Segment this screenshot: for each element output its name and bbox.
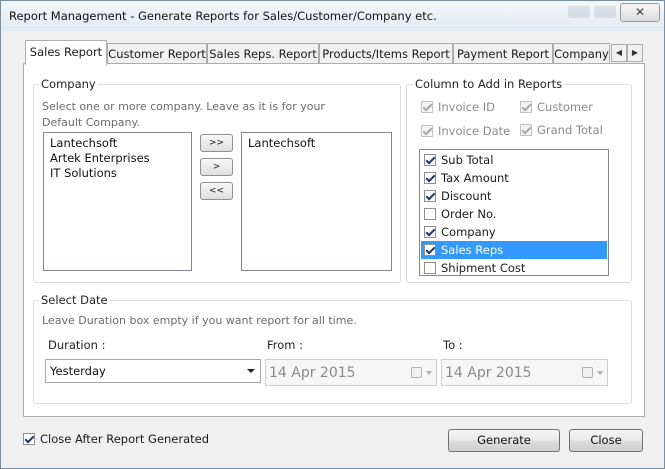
to-label: To : xyxy=(443,338,463,352)
close-after-report-checkbox[interactable]: Close After Report Generated xyxy=(23,432,209,446)
list-item[interactable]: IT Solutions xyxy=(44,166,191,181)
title-bar[interactable]: Report Management - Generate Reports for… xyxy=(1,1,664,31)
chevron-down-icon xyxy=(247,369,255,373)
tab-scroll-right-button[interactable]: ▶ xyxy=(627,44,643,62)
window-close-button[interactable]: ✕ xyxy=(620,3,660,22)
list-item[interactable]: Shipment Cost xyxy=(421,259,607,275)
company-group-label: Company xyxy=(39,77,98,91)
select-date-hint: Leave Duration box empty if you want rep… xyxy=(42,314,357,327)
list-item[interactable]: Sub Total xyxy=(421,151,607,169)
extra-columns-list[interactable]: Sub Total Tax Amount Discount Order No. … xyxy=(419,149,609,276)
duration-label: Duration : xyxy=(48,338,106,352)
chevron-down-icon xyxy=(597,371,603,375)
invoice-date-checkbox[interactable]: Invoice Date xyxy=(421,124,510,138)
report-tabs: Sales Report Customer Report Sales Reps.… xyxy=(23,40,645,65)
calendar-icon xyxy=(582,367,593,378)
duration-dropdown[interactable]: Yesterday xyxy=(45,359,261,383)
tab-payment-report[interactable]: Payment Report xyxy=(453,43,553,64)
tab-products-items-report[interactable]: Products/Items Report xyxy=(319,43,453,64)
chevron-down-icon xyxy=(426,371,432,375)
to-date-picker[interactable]: 14 Apr 2015 xyxy=(441,359,608,386)
list-item[interactable]: Artek Enterprises xyxy=(44,151,191,166)
checkbox-box[interactable] xyxy=(424,154,436,166)
checkbox-box xyxy=(421,125,433,137)
list-item[interactable]: Lantechsoft xyxy=(44,136,191,151)
close-icon: ✕ xyxy=(634,5,646,19)
checkbox-box[interactable] xyxy=(424,244,436,256)
checkbox-box[interactable] xyxy=(424,190,436,202)
checkbox-box[interactable] xyxy=(424,172,436,184)
tab-sales-reps-report[interactable]: Sales Reps. Report xyxy=(207,43,319,64)
list-item[interactable]: Lantechsoft xyxy=(242,136,391,151)
add-company-button[interactable]: > xyxy=(200,158,233,176)
select-date-group-label: Select Date xyxy=(39,293,110,307)
list-item[interactable]: Discount xyxy=(421,187,607,205)
list-item[interactable]: Sales Reps xyxy=(421,241,607,259)
grand-total-checkbox[interactable]: Grand Total xyxy=(520,123,603,137)
selected-company-list[interactable]: Lantechsoft xyxy=(241,132,392,271)
from-date-picker[interactable]: 14 Apr 2015 xyxy=(265,359,437,386)
checkbox-box[interactable] xyxy=(424,262,436,274)
customer-checkbox[interactable]: Customer xyxy=(520,100,593,114)
checkbox-box xyxy=(520,124,532,136)
generate-button[interactable]: Generate xyxy=(448,429,560,452)
list-item[interactable]: Company xyxy=(421,223,607,241)
columns-group-label: Column to Add in Reports xyxy=(413,77,565,91)
checkbox-box xyxy=(421,101,433,113)
minimize-button[interactable] xyxy=(568,6,590,18)
add-all-companies-button[interactable]: >> xyxy=(200,134,233,152)
checkbox-box xyxy=(520,101,532,113)
company-hint: Select one or more company. Leave as it … xyxy=(42,100,325,129)
arrow-left-icon: ◀ xyxy=(615,48,623,57)
tab-customer-report[interactable]: Customer Report xyxy=(107,43,207,64)
tab-sales-report[interactable]: Sales Report xyxy=(25,40,107,65)
maximize-button[interactable] xyxy=(594,6,616,18)
window-title: Report Management - Generate Reports for… xyxy=(9,9,437,23)
remove-all-companies-button[interactable]: << xyxy=(200,182,233,200)
tab-scroll-left-button[interactable]: ◀ xyxy=(611,44,627,62)
report-management-window: Report Management - Generate Reports for… xyxy=(0,0,665,469)
list-item[interactable]: Tax Amount xyxy=(421,169,607,187)
checkbox-box[interactable] xyxy=(424,226,436,238)
close-button[interactable]: Close xyxy=(569,429,643,452)
arrow-right-icon: ▶ xyxy=(631,48,639,57)
tab-company-report[interactable]: Company xyxy=(553,43,610,64)
list-item[interactable]: Order No. xyxy=(421,205,607,223)
available-company-list[interactable]: Lantechsoft Artek Enterprises IT Solutio… xyxy=(43,132,192,271)
from-label: From : xyxy=(267,338,304,352)
invoice-id-checkbox[interactable]: Invoice ID xyxy=(421,100,495,114)
checkbox-box[interactable] xyxy=(424,208,436,220)
calendar-icon xyxy=(411,367,422,378)
checkbox-box xyxy=(23,433,35,445)
